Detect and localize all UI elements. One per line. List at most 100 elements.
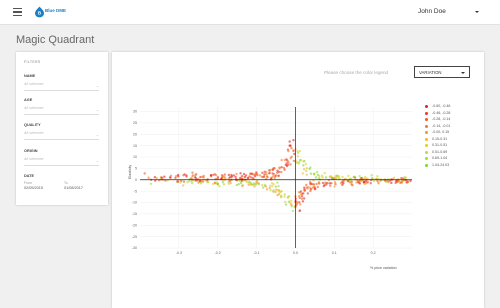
scatter-point bbox=[191, 174, 195, 177]
scatter-point bbox=[358, 175, 361, 178]
scatter-point bbox=[240, 174, 244, 178]
origin-select[interactable]: All selected ⌄ bbox=[24, 155, 99, 165]
scatter-point bbox=[350, 180, 353, 184]
name-select[interactable]: All selected ⌄ bbox=[24, 80, 99, 90]
filters-header: FILTERS bbox=[24, 60, 41, 64]
scatter-point bbox=[274, 174, 278, 177]
legend-item[interactable]: 1.04-24.03 bbox=[425, 163, 475, 168]
scatter-point bbox=[287, 200, 291, 203]
legend-item[interactable]: -0.60, -0.46 bbox=[425, 104, 475, 109]
legend-item[interactable]: 0.69-1.04 bbox=[425, 156, 475, 161]
legend-item[interactable]: 0.31-0.51 bbox=[425, 143, 475, 148]
scatter-point bbox=[191, 178, 194, 181]
scatter-point bbox=[227, 173, 231, 177]
scatter-point bbox=[278, 191, 281, 194]
chevron-down-icon: ⌄ bbox=[95, 107, 99, 112]
legend-label: 0.31-0.51 bbox=[432, 143, 448, 147]
menu-icon[interactable] bbox=[13, 8, 22, 17]
date-from-input[interactable]: 02/05/2015 bbox=[24, 186, 43, 190]
scatter-point bbox=[360, 177, 363, 180]
legend-item[interactable]: -0.00, 0.15 bbox=[425, 130, 475, 135]
scatter-point bbox=[222, 183, 226, 186]
scatter-point bbox=[321, 181, 325, 185]
scatter-point bbox=[363, 182, 366, 186]
scatter-plot[interactable]: 30 25 20 15 10 5 0 -5 -10 -15 -20 -25 -30 -0.3 -0.2 -0.… bbox=[112, 52, 484, 308]
scatter-point bbox=[268, 172, 271, 175]
scatter-point bbox=[280, 158, 283, 162]
scatter-point bbox=[194, 173, 198, 176]
scatter-point bbox=[181, 184, 185, 187]
chevron-down-icon[interactable] bbox=[475, 11, 479, 13]
scatter-point bbox=[347, 174, 350, 178]
name-select-value: All selected bbox=[24, 82, 44, 86]
scatter-point bbox=[223, 173, 227, 176]
scatter-point bbox=[199, 179, 202, 183]
scatter-point bbox=[216, 182, 220, 186]
legend-item[interactable]: 0.15-0.31 bbox=[425, 137, 475, 142]
legend-swatch bbox=[425, 105, 428, 108]
filter-label-name: NAME bbox=[24, 74, 36, 78]
scatter-point bbox=[298, 194, 301, 198]
scatter-point bbox=[277, 174, 280, 177]
scatter-point bbox=[309, 189, 312, 193]
scatter-point bbox=[277, 185, 280, 188]
scatter-point bbox=[227, 182, 230, 186]
scatter-point bbox=[305, 167, 308, 170]
age-select-value: All selected bbox=[24, 106, 44, 110]
scatter-point bbox=[280, 189, 283, 193]
legend-swatch bbox=[425, 163, 428, 167]
x-tick-label: -0.3 bbox=[176, 251, 182, 255]
scatter-point bbox=[289, 199, 293, 203]
scatter-point bbox=[256, 173, 259, 177]
legend-item[interactable]: -0.14, -0.01 bbox=[425, 124, 475, 129]
brand-name: Blue DME bbox=[45, 8, 67, 13]
scatter-point bbox=[394, 181, 397, 185]
scatter-point bbox=[317, 181, 321, 184]
scatter-point bbox=[300, 195, 304, 198]
user-name[interactable]: John Doe bbox=[418, 8, 446, 15]
legend-swatch bbox=[425, 124, 428, 128]
scatter-point bbox=[242, 172, 246, 176]
scatter-point bbox=[283, 193, 286, 196]
x-tick-label: 0.2 bbox=[371, 251, 376, 255]
y-tick-label: -15 bbox=[132, 212, 137, 216]
y-tick-label: -25 bbox=[132, 235, 137, 239]
scatter-point bbox=[298, 149, 302, 153]
legend-label: 0.15-0.31 bbox=[432, 136, 448, 141]
chevron-down-icon: ⌄ bbox=[95, 158, 99, 163]
scatter-point bbox=[265, 173, 268, 176]
scatter-point bbox=[286, 195, 290, 199]
scatter-point bbox=[218, 185, 221, 188]
scatter-point bbox=[285, 162, 288, 165]
scatter-point bbox=[271, 172, 274, 175]
legend-item[interactable]: 0.51-0.69 bbox=[425, 150, 475, 155]
legend-label: -0.00, 0.15 bbox=[432, 130, 450, 134]
legend-item[interactable]: -0.28, -0.14 bbox=[425, 117, 475, 122]
scatter-point bbox=[224, 177, 227, 180]
date-to-input[interactable]: 01/08/2017 bbox=[64, 186, 83, 190]
scatter-point bbox=[272, 188, 275, 192]
scatter-point bbox=[291, 209, 295, 213]
scatter-point bbox=[302, 192, 305, 195]
scatter-point bbox=[303, 186, 306, 189]
scatter-point bbox=[351, 184, 354, 187]
scatter-point bbox=[263, 184, 267, 187]
scatter-point bbox=[376, 175, 379, 178]
scatter-point bbox=[182, 180, 186, 183]
scatter-point bbox=[337, 174, 340, 178]
legend-label: -0.46, -0.28 bbox=[432, 110, 451, 115]
scatter-point bbox=[295, 201, 298, 204]
scatter-point bbox=[194, 176, 197, 179]
legend-item[interactable]: -0.46, -0.28 bbox=[425, 111, 475, 116]
y-tick-label: -5 bbox=[134, 189, 137, 193]
scatter-point bbox=[316, 185, 319, 189]
scatter-point bbox=[409, 179, 412, 183]
scatter-point bbox=[248, 180, 251, 184]
age-select[interactable]: All selected ⌄ bbox=[24, 104, 99, 114]
origin-select-value: All selected bbox=[24, 157, 44, 161]
filter-label-quality: QUALITY bbox=[24, 123, 41, 127]
logo-icon: B bbox=[35, 6, 44, 18]
scatter-point bbox=[316, 173, 320, 177]
quality-select[interactable]: All selected ⌄ bbox=[24, 129, 99, 139]
scatter-point bbox=[265, 188, 269, 191]
